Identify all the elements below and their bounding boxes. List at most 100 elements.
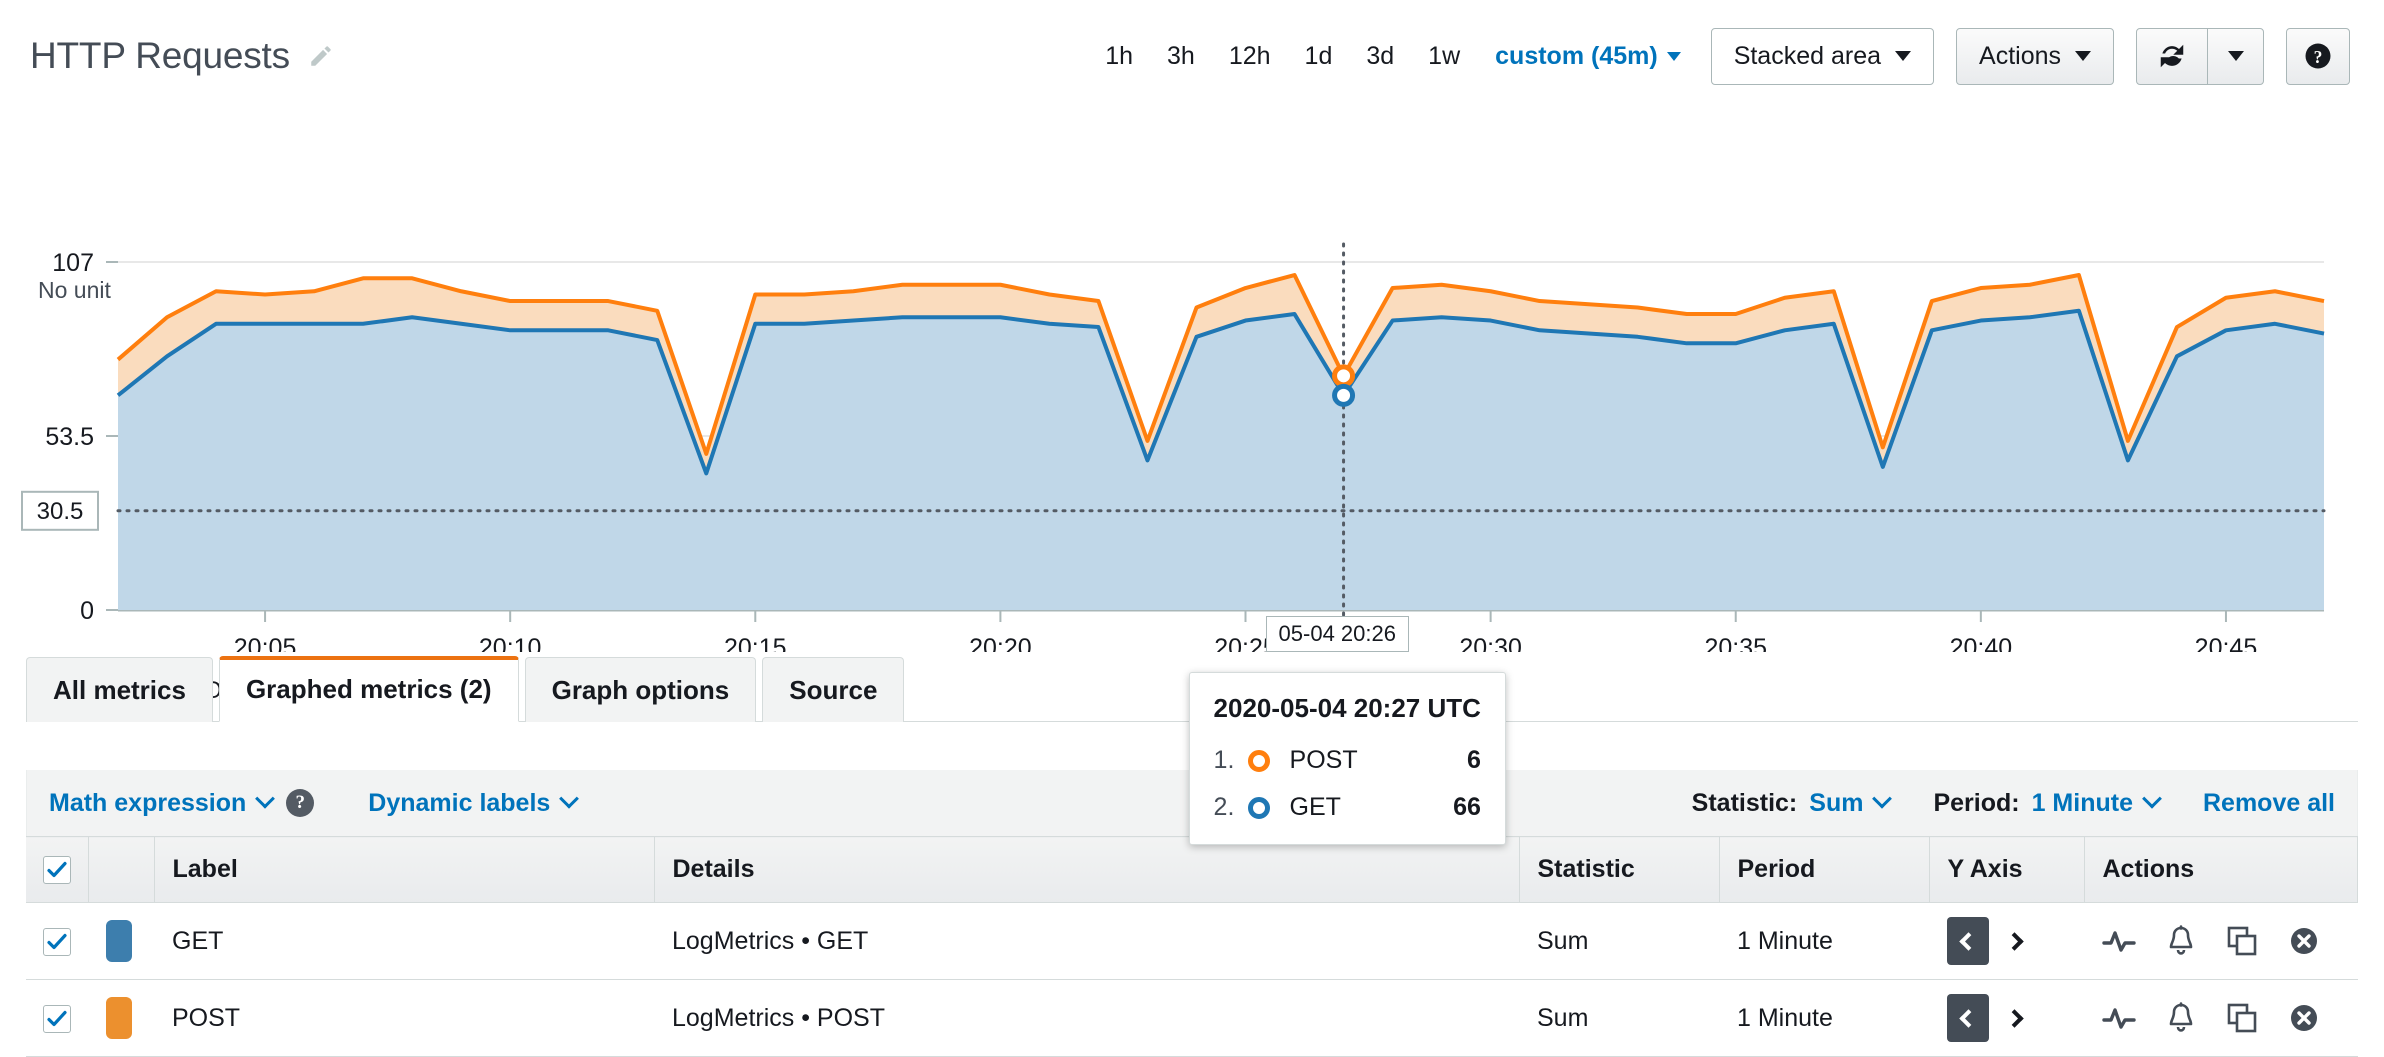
period-control: Period: 1 Minute: [1933, 788, 2162, 818]
row-label[interactable]: POST: [154, 979, 654, 1057]
alarm-bell-icon[interactable]: [2166, 1002, 2196, 1034]
math-expression-help-icon[interactable]: ?: [286, 789, 315, 817]
period-label: Period:: [1933, 788, 2020, 817]
refresh-options-button[interactable]: [2207, 28, 2263, 84]
time-range-12h[interactable]: 12h: [1212, 38, 1288, 75]
row-period[interactable]: 1 Minute: [1719, 902, 1929, 980]
svg-text:20:35: 20:35: [1704, 634, 1767, 652]
refresh-button[interactable]: [2137, 29, 2207, 84]
svg-text:20:10: 20:10: [479, 634, 542, 652]
time-range-1w[interactable]: 1w: [1411, 38, 1477, 75]
yaxis-left-button[interactable]: [1947, 917, 1989, 965]
color-header: [88, 836, 155, 903]
svg-text:53.5: 53.5: [45, 423, 94, 451]
time-range-selector: 1h 3h 12h 1d 3d 1w custom (45m): [1088, 38, 1684, 75]
time-range-custom[interactable]: custom (45m): [1477, 38, 1685, 75]
yaxis-right-button[interactable]: [1993, 994, 2035, 1042]
svg-text:?: ?: [2314, 47, 2323, 67]
graph-header: HTTP Requests 1h 3h 12h 1d 3d 1w custom …: [0, 0, 2384, 112]
chevron-down-icon: [1666, 51, 1681, 61]
svg-text:30.5: 30.5: [37, 498, 84, 525]
checkmark-icon: [47, 862, 67, 878]
tab-source[interactable]: Source: [762, 657, 905, 722]
duplicate-icon[interactable]: [2226, 1002, 2258, 1034]
alarm-bell-icon[interactable]: [2166, 925, 2196, 957]
tooltip-row-index: 1.: [1213, 746, 1235, 774]
svg-text:20:30: 20:30: [1459, 634, 1522, 652]
details-header: Details: [654, 836, 1520, 903]
svg-text:20:15: 20:15: [724, 634, 787, 652]
chevron-down-icon: [255, 788, 276, 809]
row-statistic[interactable]: Sum: [1519, 902, 1719, 980]
series-color-swatch[interactable]: [106, 920, 132, 962]
row-yaxis-cell: [1929, 902, 2084, 980]
select-all-checkbox[interactable]: [42, 856, 71, 885]
waveform-icon[interactable]: [2102, 1003, 2136, 1033]
actions-dropdown[interactable]: Actions: [1956, 27, 2114, 85]
tooltip-series-value: 6: [1467, 746, 1481, 774]
time-range-1h[interactable]: 1h: [1088, 38, 1150, 75]
tooltip-row-post: 1. POST 6: [1214, 746, 1481, 775]
tab-all-metrics[interactable]: All metrics: [26, 657, 213, 722]
row-checkbox[interactable]: [43, 927, 71, 956]
remove-all-button[interactable]: Remove all: [2203, 789, 2335, 818]
tab-graph-options[interactable]: Graph options: [524, 657, 757, 722]
yaxis-left-button[interactable]: [1947, 994, 1989, 1042]
time-range-3d[interactable]: 3d: [1349, 38, 1411, 75]
y-axis-unit-label: No unit: [38, 277, 111, 303]
row-color-cell: [88, 979, 154, 1057]
statistic-value: Sum: [1809, 788, 1864, 817]
metrics-chart: No unit 0 53.5 107 30.5 20:05 20:10 20:15 20:20…: [0, 112, 2384, 845]
row-statistic[interactable]: Sum: [1519, 979, 1719, 1057]
chart-canvas[interactable]: 053.510730.520:05 20:10 20:15 20:20 20:25 20:…: [0, 112, 2384, 652]
row-checkbox[interactable]: [43, 1004, 71, 1033]
svg-text:0: 0: [80, 597, 94, 625]
table-body: GET LogMetrics • GET Sum 1 Minute POST L…: [26, 902, 2358, 1057]
yaxis-right-button[interactable]: [1993, 917, 2035, 965]
remove-metric-icon[interactable]: [2288, 925, 2320, 957]
statistic-dropdown[interactable]: Sum: [1809, 788, 1893, 818]
refresh-split-button[interactable]: [2136, 27, 2264, 85]
remove-metric-icon[interactable]: [2288, 1002, 2320, 1034]
period-value: 1 Minute: [2031, 788, 2133, 817]
select-all-header: [26, 836, 89, 903]
svg-text:20:40: 20:40: [1950, 634, 2013, 652]
graphed-metrics-table-container: Label Details Statistic Period Y Axis Ac…: [26, 836, 2358, 1057]
series-color-swatch[interactable]: [106, 997, 132, 1039]
time-range-1d[interactable]: 1d: [1288, 38, 1350, 75]
dynamic-labels-dropdown[interactable]: Dynamic labels: [368, 789, 580, 818]
row-action-icons: [2102, 925, 2340, 957]
chevron-down-icon: [2142, 788, 2162, 809]
series-marker-icon: [1247, 749, 1270, 772]
period-dropdown[interactable]: 1 Minute: [2031, 788, 2162, 818]
row-details: LogMetrics • GET: [654, 902, 1519, 980]
chevron-down-icon: [2075, 51, 2091, 61]
help-button[interactable]: ?: [2286, 27, 2350, 85]
remove-all-control: Remove all: [2203, 789, 2335, 818]
row-label[interactable]: GET: [154, 902, 654, 980]
row-yaxis-cell: [1929, 979, 2084, 1057]
math-expression-label: Math expression: [49, 788, 247, 817]
tooltip-timestamp: 2020-05-04 20:27 UTC: [1213, 693, 1481, 723]
time-range-3h[interactable]: 3h: [1150, 38, 1212, 75]
actions-label: Actions: [1979, 41, 2061, 70]
math-expression-dropdown[interactable]: Math expression: [49, 788, 276, 818]
row-period[interactable]: 1 Minute: [1719, 979, 1929, 1057]
title-group: HTTP Requests: [30, 35, 334, 77]
table-row[interactable]: POST LogMetrics • POST Sum 1 Minute: [26, 979, 2358, 1057]
chevron-right-icon: [2004, 1008, 2024, 1028]
question-mark-icon: ?: [2305, 43, 2331, 69]
pencil-icon[interactable]: [308, 43, 334, 69]
statistic-control: Statistic: Sum: [1691, 788, 1893, 818]
statistic-label: Statistic:: [1691, 788, 1798, 817]
graph-type-dropdown[interactable]: Stacked area: [1710, 27, 1935, 85]
series-marker-icon: [1247, 796, 1270, 819]
tab-graphed-metrics[interactable]: Graphed metrics (2): [218, 656, 519, 722]
waveform-icon[interactable]: [2102, 926, 2136, 956]
row-action-icons: [2102, 1002, 2340, 1034]
table-header-row: Label Details Statistic Period Y Axis Ac…: [26, 836, 2358, 903]
duplicate-icon[interactable]: [2226, 925, 2258, 957]
table-row[interactable]: GET LogMetrics • GET Sum 1 Minute: [26, 902, 2358, 980]
graph-toolbar: 1h 3h 12h 1d 3d 1w custom (45m) Stacked …: [1088, 27, 2350, 85]
checkmark-icon: [47, 1010, 67, 1026]
